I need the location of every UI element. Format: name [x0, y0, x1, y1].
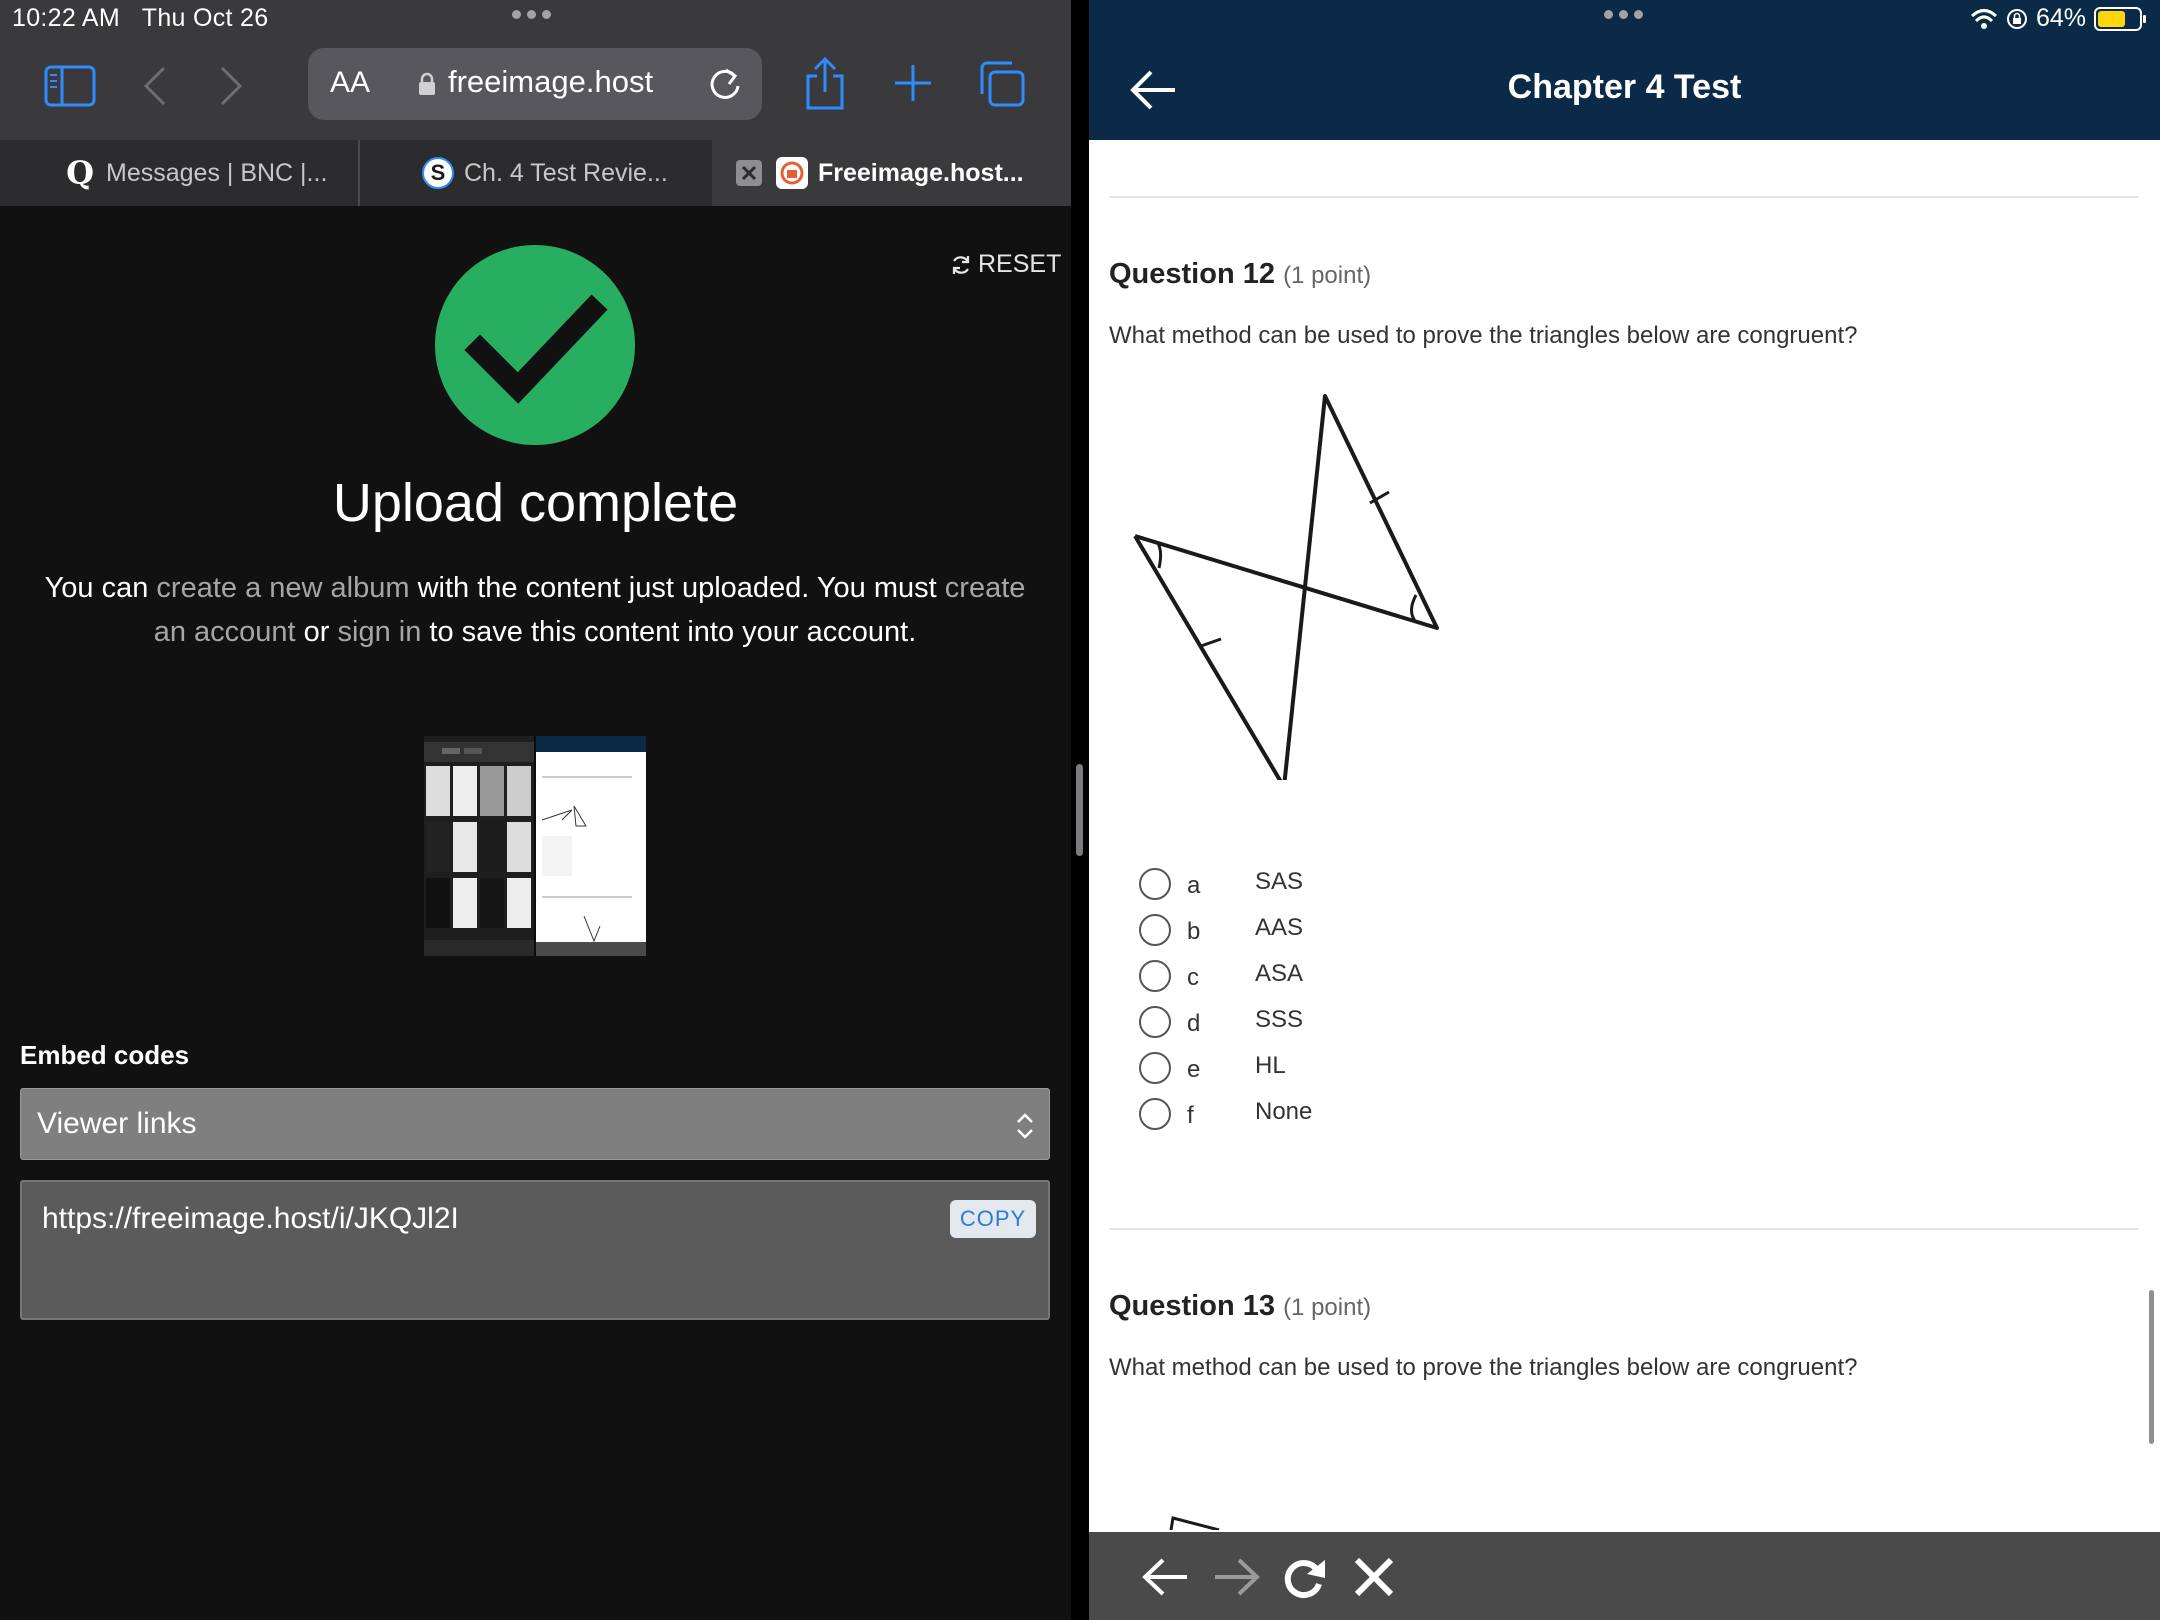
uploaded-image-thumbnail[interactable] [424, 736, 646, 956]
forward-arrow-icon[interactable] [1211, 1552, 1261, 1602]
browser-nav-bar [1089, 1532, 2160, 1620]
scrollbar[interactable] [2149, 1290, 2154, 1444]
embed-code-textarea[interactable]: https://freeimage.host/i/JKQJl2I COPY [20, 1180, 1050, 1320]
tab-bar: Q Messages | BNC |... S Ch. 4 Test Revie… [0, 140, 1071, 206]
question-12-text: What method can be used to prove the tri… [1109, 322, 1858, 349]
page-title: Chapter 4 Test [1507, 68, 1742, 106]
option-b[interactable]: b AAS [1139, 912, 1439, 952]
congruent-triangles-figure [1133, 394, 1439, 780]
close-icon[interactable] [1349, 1552, 1399, 1602]
question-13-title: Question 13 (1 point) [1109, 1290, 1372, 1322]
success-check-icon [435, 245, 635, 445]
status-indicators: 64% [1970, 4, 2148, 33]
option-c[interactable]: c ASA [1139, 958, 1439, 998]
upload-complete-title: Upload complete [332, 473, 739, 533]
embed-type-select[interactable]: Viewer links [20, 1088, 1050, 1160]
battery-icon [2094, 6, 2146, 31]
freeimage-favicon-icon [776, 157, 808, 189]
reload-icon[interactable] [706, 64, 744, 104]
close-tab-icon[interactable] [736, 160, 762, 186]
address-bar[interactable]: AA freeimage.host [308, 48, 762, 120]
question-divider [1109, 196, 2139, 198]
orientation-lock-icon [2006, 8, 2027, 29]
option-a[interactable]: a SAS [1139, 866, 1439, 906]
option-f[interactable]: f None [1139, 1096, 1439, 1136]
lock-icon [419, 72, 435, 95]
split-view-handle[interactable] [1076, 764, 1083, 856]
sign-in-link[interactable]: sign in [338, 616, 422, 648]
back-arrow-icon[interactable] [1141, 1552, 1191, 1602]
test-app-pane: 64% Chapter 4 Test Question 12 (1 point)… [1089, 0, 2160, 1620]
tab-freeimage[interactable]: Freeimage.host... [712, 140, 1071, 206]
radio-c[interactable] [1139, 960, 1171, 992]
refresh-icon [952, 255, 970, 274]
question-13-figure [1169, 1516, 1220, 1530]
radio-b[interactable] [1139, 914, 1171, 946]
question-12-title: Question 12 (1 point) [1109, 258, 1372, 290]
tab-separator [358, 140, 360, 206]
radio-f[interactable] [1139, 1098, 1171, 1130]
forward-icon[interactable] [214, 64, 248, 108]
question-13-text: What method can be used to prove the tri… [1109, 1354, 1858, 1381]
reset-button[interactable]: RESET [950, 250, 1061, 279]
upload-description: You can create a new album with the cont… [44, 572, 1026, 648]
safari-toolbar: 10:22 AM Thu Oct 26 AA freeimage.host [0, 0, 1071, 140]
safari-pane: 10:22 AM Thu Oct 26 AA freeimage.host Q … [0, 0, 1071, 1620]
url-text: freeimage.host [448, 64, 654, 99]
tab-ch4-review[interactable]: S Ch. 4 Test Revie... [422, 140, 712, 206]
option-d[interactable]: d SSS [1139, 1004, 1439, 1044]
tab-overview-icon[interactable] [978, 60, 1026, 108]
test-header: 64% Chapter 4 Test [1089, 0, 2160, 140]
option-e[interactable]: e HL [1139, 1050, 1439, 1090]
multitasking-dots-icon[interactable] [512, 10, 551, 19]
quora-favicon-icon: Q [66, 154, 94, 192]
wifi-icon [1970, 8, 1997, 29]
radio-d[interactable] [1139, 1006, 1171, 1038]
reader-options-button[interactable]: AA [330, 66, 370, 100]
status-time: 10:22 AM Thu Oct 26 [12, 4, 269, 32]
split-view-divider [1071, 0, 1089, 1620]
reload-icon[interactable] [1279, 1552, 1329, 1602]
multitasking-dots-icon[interactable] [1604, 10, 1643, 19]
radio-e[interactable] [1139, 1052, 1171, 1084]
share-icon[interactable] [802, 56, 848, 112]
copy-button[interactable]: COPY [950, 1200, 1036, 1238]
new-tab-icon[interactable] [892, 62, 934, 104]
question-divider [1109, 1228, 2139, 1230]
sidebar-icon[interactable] [44, 65, 96, 107]
schoology-favicon-icon: S [422, 157, 454, 189]
create-album-link[interactable]: create a new album [156, 572, 409, 604]
battery-percentage: 64% [2035, 4, 2086, 32]
radio-a[interactable] [1139, 868, 1171, 900]
embed-codes-label: Embed codes [20, 1040, 190, 1070]
back-icon[interactable] [138, 64, 172, 108]
select-chevron-icon [1017, 1113, 1033, 1139]
tab-messages[interactable]: Q Messages | BNC |... [64, 140, 354, 206]
